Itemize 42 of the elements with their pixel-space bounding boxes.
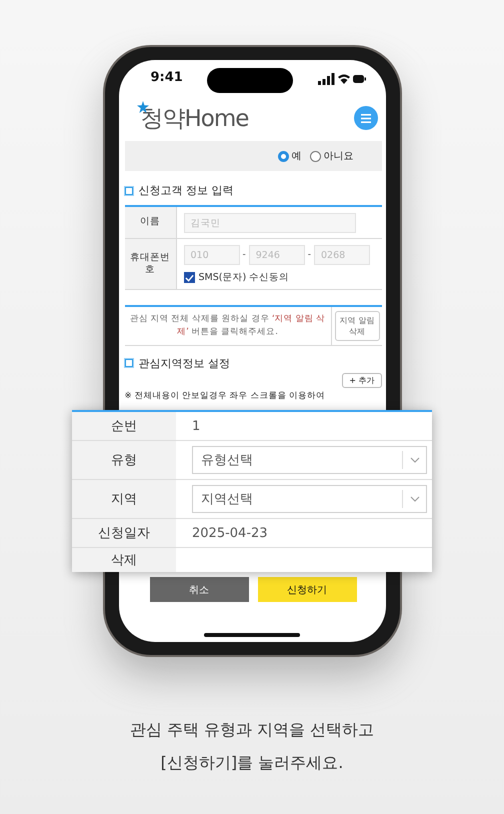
cell-value: 1 <box>192 418 200 434</box>
row-label: 휴대폰번호 <box>124 239 176 289</box>
row-label: 신청일자 <box>72 519 176 547</box>
chevron-down-icon <box>410 496 420 502</box>
separator: - <box>242 250 246 260</box>
checkbox[interactable] <box>184 272 194 283</box>
caption-text: [신청하기]를 눌러주세요. <box>160 752 344 774</box>
caption-text: 관심 주택 유형과 지역을 선택하고 <box>130 719 374 741</box>
cancel-button[interactable]: 취소 <box>150 577 248 602</box>
section-title: 신청고객 정보 입력 <box>138 183 234 198</box>
section-title: 관심지역정보 설정 <box>138 356 230 370</box>
add-button[interactable]: + 추가 <box>342 372 382 388</box>
select-field[interactable]: 유형선택 <box>192 446 427 474</box>
radio-label: 아니요 <box>324 150 354 163</box>
radio-label: 예 <box>292 150 302 163</box>
menu-icon <box>360 114 370 122</box>
status-icons <box>318 72 366 84</box>
phone-field[interactable]: 0268 <box>314 245 370 265</box>
row-label: 순번 <box>72 412 176 440</box>
radio-button[interactable] <box>310 150 320 162</box>
select-field[interactable]: 지역선택 <box>192 485 427 513</box>
row-label: 삭제 <box>72 548 176 572</box>
notice-text: 관심 지역 전체 삭제를 원하실 경우 ‘지역 알림 삭제’ 버튼을 클릭해주세요. <box>128 313 326 339</box>
square-bullet-icon <box>124 359 132 367</box>
checkbox-label: SMS(문자) 수신동의 <box>198 271 290 284</box>
status-time: 9:41 <box>150 70 183 85</box>
phone-field[interactable]: 9246 <box>248 245 305 265</box>
menu-button[interactable] <box>354 106 378 130</box>
radio-button[interactable] <box>278 150 288 162</box>
chevron-down-icon <box>410 457 420 463</box>
separator: - <box>308 250 311 260</box>
phone-field[interactable]: 010 <box>184 245 240 265</box>
row-label: 이름 <box>124 207 176 238</box>
logo[interactable]: 청약Home <box>140 102 248 134</box>
delete-alert-button[interactable]: 지역 알림 삭제 <box>334 310 380 341</box>
row-label: 지역 <box>72 480 176 518</box>
row-label: 유형 <box>72 441 176 479</box>
cell-value: 2025-04-23 <box>192 526 268 540</box>
note-text: ※ 전체내용이 안보일경우 좌우 스크롤을 이용하여 <box>124 390 326 402</box>
square-bullet-icon <box>124 186 132 194</box>
submit-button[interactable]: 신청하기 <box>258 577 356 602</box>
name-field[interactable]: 김국민 <box>184 213 356 233</box>
